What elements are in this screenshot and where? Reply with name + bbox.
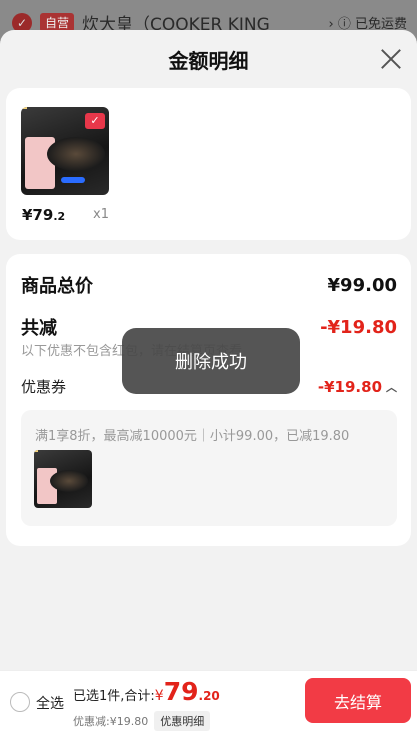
wok-graphic [47,137,105,171]
total-decimal: .20 [198,689,220,703]
total-label: 商品总价 [21,276,93,297]
total-value: ¥99.00 [327,274,397,296]
chevron-up-icon: ︿ [386,380,397,394]
product-quantity: x1 [93,207,109,222]
coupon-description: 满1享8折，最高减10000元｜小计99.00，已减19.80 [35,429,350,444]
selected-summary: 已选1件,合计: [73,689,155,704]
wok-graphic [50,470,88,492]
coupon-product-thumbnail [34,450,92,508]
checkout-button[interactable]: 去结算 [305,678,411,723]
price-decimal: .2 [53,210,66,223]
discount-detail-button[interactable]: 优惠明细 [154,711,211,731]
toast-message: 删除成功 [122,328,300,394]
total-row: 商品总价 ¥99.00 [21,272,397,298]
price-detail-card: 商品总价 ¥99.00 共减 -¥19.80 以下优惠不包含红包，请在结算页查看… [6,254,411,546]
checkout-bar: 全选 已选1件,合计: ¥ 79 .20 优惠减:¥19.80 优惠明细 去结算 [0,670,417,734]
select-all-radio[interactable] [10,692,30,712]
discount-summary-row: 优惠减:¥19.80 优惠明细 [73,711,211,731]
coupon-value-group[interactable]: -¥19.80 ︿ [318,378,397,396]
total-integer: 79 [163,677,199,706]
product-price: ¥79.2 [22,206,65,224]
coupon-detail-box: 满1享8折，最高减10000元｜小计99.00，已减19.80 [21,410,397,526]
discount-summary: 优惠减:¥19.80 [73,715,149,728]
currency-symbol: ¥ [154,688,164,704]
sheet-header: 金额明细 [0,30,417,88]
discount-label: 共减 [21,318,57,339]
flame-graphic [61,177,85,183]
coupon-value: -¥19.80 [317,377,382,396]
brand-tag-graphic [21,107,27,109]
coupon-label: 优惠券 [21,378,67,396]
product-card: ✓ ¥79.2 x1 [6,88,411,240]
total-summary: 已选1件,合计: ¥ 79 .20 [73,679,220,704]
discount-value: -¥19.80 [320,316,397,338]
amount-detail-sheet: 金额明细 ✓ ¥79.2 x1 商品总价 ¥99.00 共减 -¥19.80 以… [0,30,417,734]
select-all-label[interactable]: 全选 [36,693,64,713]
sheet-title: 金额明细 [168,48,249,73]
close-icon[interactable] [379,47,403,71]
price-integer: ¥79 [22,206,54,224]
checkmark-icon: ✓ [85,113,105,129]
product-thumbnail[interactable]: ✓ [21,107,109,195]
brand-tag-graphic [34,450,38,452]
